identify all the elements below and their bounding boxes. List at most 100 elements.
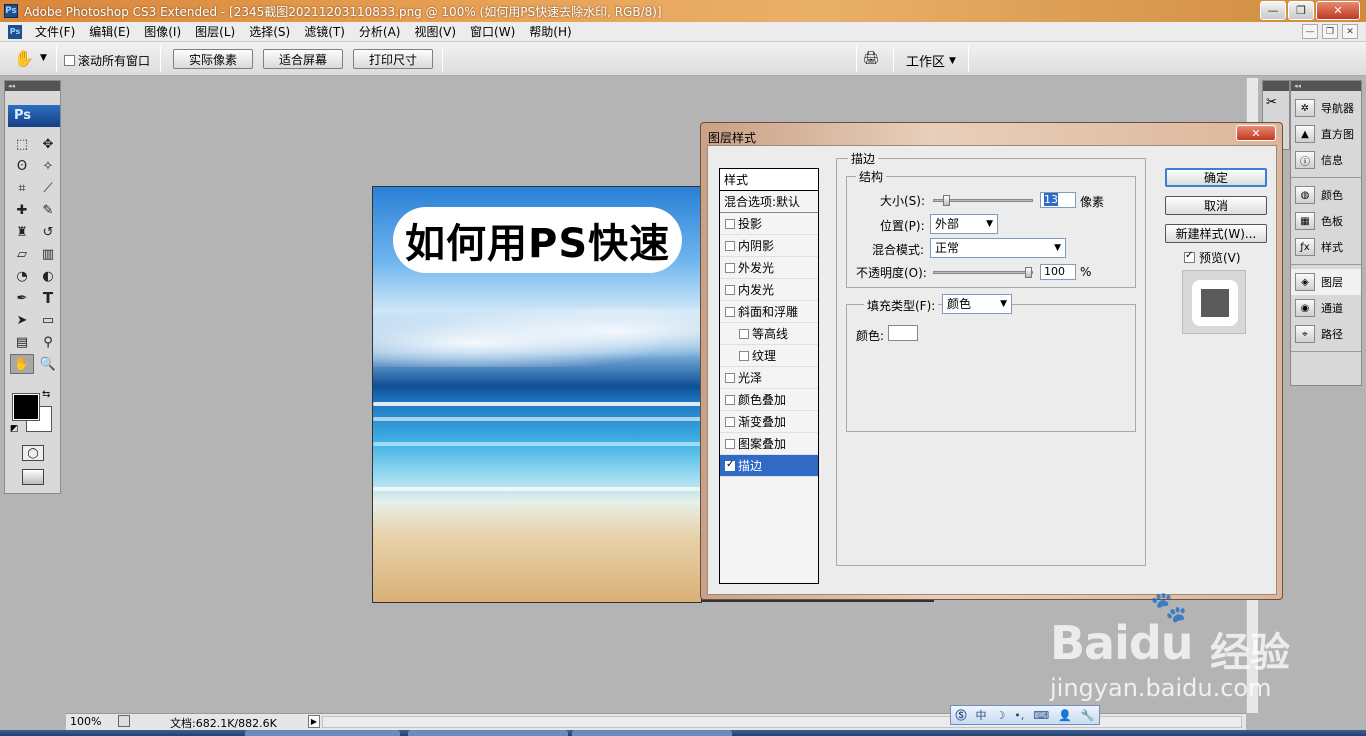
hand-tool-preset-icon[interactable]: ✋ [14, 49, 34, 68]
ime-punct-icon[interactable]: •, [1014, 709, 1024, 722]
checkbox-icon[interactable] [725, 372, 735, 383]
bridge-icon[interactable]: 🖨 [863, 51, 885, 67]
eraser-icon[interactable]: ▱ [10, 244, 34, 264]
document-canvas[interactable]: 如何用PS快速 [372, 186, 702, 603]
menu-select[interactable]: 选择(S) [242, 23, 297, 40]
swap-colors-icon[interactable]: ⇆ [42, 389, 50, 400]
actual-pixels-button[interactable]: 实际像素 [173, 49, 253, 69]
dodge-icon[interactable]: ◐ [36, 266, 60, 286]
brush-icon[interactable]: ✎ [36, 200, 60, 220]
hand-icon[interactable]: ✋ [10, 354, 34, 374]
ime-logo-icon[interactable]: Ⓢ [955, 707, 966, 723]
scroll-all-windows-checkbox[interactable]: 滚动所有窗口 [64, 52, 150, 69]
preview-checkbox[interactable]: 预览(V) [1184, 249, 1241, 266]
quick-mask-icon[interactable]: ◯ [22, 445, 44, 461]
slice-icon[interactable]: ⟋ [36, 178, 60, 198]
chevron-down-icon[interactable]: ▼ [40, 53, 47, 63]
panel-navigator[interactable]: ✲ 导航器 [1291, 95, 1361, 121]
blend-mode-select[interactable]: 正常 ▼ [930, 238, 1066, 258]
menu-image[interactable]: 图像(I) [137, 23, 188, 40]
panel-paths[interactable]: ⌖ 路径 [1291, 321, 1361, 347]
checkbox-icon[interactable] [725, 262, 735, 273]
position-select[interactable]: 外部 ▼ [930, 214, 998, 234]
move-icon[interactable]: ✥ [36, 134, 60, 154]
doc-close-button[interactable]: ✕ [1342, 24, 1358, 39]
effect-item[interactable]: 颜色叠加 [720, 389, 818, 411]
opacity-slider[interactable] [933, 267, 1033, 278]
doc-restore-button[interactable]: ❐ [1322, 24, 1338, 39]
status-menu-arrow-icon[interactable]: ▶ [308, 715, 320, 728]
zoom-level[interactable]: 100% [70, 715, 112, 728]
panel-grip[interactable] [1263, 81, 1289, 91]
effect-item[interactable]: 内发光 [720, 279, 818, 301]
checkbox-icon[interactable] [739, 328, 749, 339]
panel-info[interactable]: ⓘ 信息 [1291, 147, 1361, 173]
lasso-icon[interactable]: ʘ [10, 156, 34, 176]
clone-stamp-icon[interactable]: ♜ [10, 222, 34, 242]
menu-file[interactable]: 文件(F) [28, 23, 82, 40]
checkbox-icon[interactable] [739, 350, 749, 361]
menu-view[interactable]: 视图(V) [407, 23, 463, 40]
effect-item[interactable]: 投影 [720, 213, 818, 235]
panel-histogram[interactable]: ▲ 直方图 [1291, 121, 1361, 147]
cancel-button[interactable]: 取消 [1165, 196, 1267, 215]
restore-button[interactable]: ❐ [1288, 1, 1314, 20]
effect-item[interactable]: 斜面和浮雕 [720, 301, 818, 323]
ime-toolbar[interactable]: Ⓢ 中 ☽ •, ⌨ 👤 🔧 [950, 705, 1100, 725]
panel-channels[interactable]: ◉ 通道 [1291, 295, 1361, 321]
menu-analysis[interactable]: 分析(A) [352, 23, 408, 40]
pen-icon[interactable]: ✒ [10, 288, 34, 308]
taskbar-item[interactable] [408, 730, 568, 736]
minimize-button[interactable]: — [1260, 1, 1286, 20]
type-icon[interactable]: T [36, 288, 60, 308]
default-colors-icon[interactable]: ◩ [10, 424, 19, 434]
panel-layers[interactable]: ◈ 图层 [1291, 269, 1361, 295]
checkbox-icon[interactable] [725, 438, 735, 449]
notes-icon[interactable]: ▤ [10, 332, 34, 352]
workspace-menu[interactable]: 工作区 ▼ [906, 51, 956, 70]
panel-color[interactable]: ◍ 颜色 [1291, 182, 1361, 208]
menu-help[interactable]: 帮助(H) [522, 23, 578, 40]
healing-brush-icon[interactable]: ✚ [10, 200, 34, 220]
menu-layer[interactable]: 图层(L) [188, 23, 242, 40]
marquee-icon[interactable]: ⬚ [10, 134, 34, 154]
history-brush-icon[interactable]: ↺ [36, 222, 60, 242]
checkbox-icon[interactable] [725, 284, 735, 295]
panel-styles[interactable]: ƒx 样式 [1291, 234, 1361, 260]
foreground-color-swatch[interactable] [12, 393, 40, 421]
ime-user-icon[interactable]: 👤 [1058, 709, 1072, 722]
crop-icon[interactable]: ⌗ [10, 178, 34, 198]
styles-header[interactable]: 样式 [720, 169, 818, 191]
close-button[interactable]: ✕ [1316, 1, 1360, 20]
checkbox-icon[interactable] [725, 416, 735, 427]
rectangle-icon[interactable]: ▭ [36, 310, 60, 330]
checkbox-icon[interactable] [725, 218, 735, 229]
taskbar-item[interactable] [572, 730, 732, 736]
print-size-button[interactable]: 打印尺寸 [353, 49, 433, 69]
effect-item[interactable]: 等高线 [720, 323, 818, 345]
ime-moon-icon[interactable]: ☽ [995, 709, 1005, 722]
effect-item[interactable]: 光泽 [720, 367, 818, 389]
gradient-icon[interactable]: ▥ [36, 244, 60, 264]
fill-type-select[interactable]: 颜色 ▼ [942, 294, 1012, 314]
checkbox-icon[interactable] [725, 459, 735, 471]
taskbar-item[interactable] [245, 730, 400, 736]
ime-settings-icon[interactable]: 🔧 [1081, 709, 1095, 722]
new-style-button[interactable]: 新建样式(W)... [1165, 224, 1267, 243]
effect-item[interactable]: 内阴影 [720, 235, 818, 257]
ime-mode-icon[interactable]: 中 [975, 707, 986, 723]
status-icon[interactable] [118, 715, 130, 727]
stroke-color-swatch[interactable] [888, 325, 918, 341]
horizontal-scrollbar[interactable] [322, 716, 1242, 728]
blur-icon[interactable]: ◔ [10, 266, 34, 286]
size-input[interactable]: 13 [1040, 192, 1076, 208]
opacity-input[interactable]: 100 [1040, 264, 1076, 280]
panel-swatches[interactable]: ▦ 色板 [1291, 208, 1361, 234]
ok-button[interactable]: 确定 [1165, 168, 1267, 187]
tools-options-icon[interactable]: ✂ [1263, 91, 1289, 114]
effect-item[interactable]: 描边 [720, 455, 818, 477]
blending-options-item[interactable]: 混合选项:默认 [720, 191, 818, 213]
menu-edit[interactable]: 编辑(E) [82, 23, 137, 40]
opacity-slider-thumb[interactable] [1025, 267, 1032, 278]
effect-item[interactable]: 纹理 [720, 345, 818, 367]
